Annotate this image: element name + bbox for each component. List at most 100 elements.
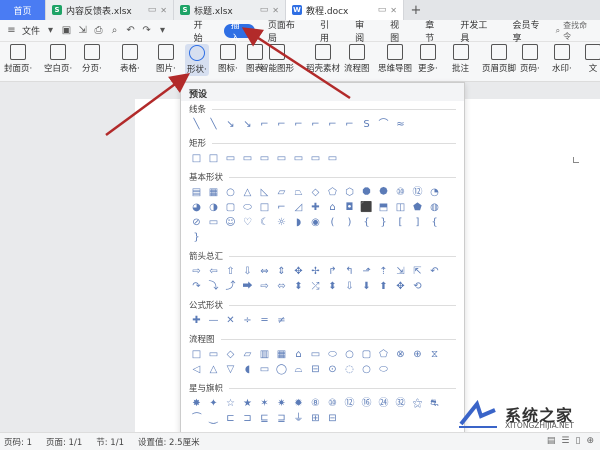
shape-option[interactable]: ⑯ xyxy=(360,398,373,410)
chevron-down-icon[interactable]: ▾ xyxy=(45,25,56,36)
shape-option[interactable]: □ xyxy=(190,153,203,165)
shape-option[interactable]: ⌐ xyxy=(309,119,322,131)
shape-option[interactable]: ▭ xyxy=(224,153,237,165)
shape-option[interactable]: ⇨ xyxy=(190,266,203,278)
shape-option[interactable]: ↶ xyxy=(428,266,441,278)
shape-option[interactable]: ▭ xyxy=(326,153,339,165)
shape-option[interactable]: ◕ xyxy=(190,202,203,214)
shape-option[interactable]: ⬭ xyxy=(326,349,339,361)
shape-option[interactable]: ⇡ xyxy=(377,266,390,278)
shape-option[interactable]: ⊑ xyxy=(258,413,271,425)
shape-option[interactable]: ✹ xyxy=(292,398,305,410)
ribbon-button-6[interactable]: 图标· xyxy=(218,44,238,74)
shape-option[interactable]: ⏝ xyxy=(207,413,220,425)
shape-option[interactable]: ⊗ xyxy=(394,349,407,361)
shape-option[interactable]: ⏢ xyxy=(292,187,305,199)
shape-option[interactable]: ★ xyxy=(241,398,254,410)
shape-option[interactable]: ⬆ xyxy=(377,281,390,293)
page-view-icon[interactable]: ▯ xyxy=(576,436,581,446)
save-icon[interactable]: ▣ xyxy=(61,25,72,36)
shape-option[interactable]: ⌂ xyxy=(292,349,305,361)
shape-option[interactable]: ◗ xyxy=(292,217,305,229)
shape-option[interactable]: ⇦ xyxy=(207,266,220,278)
shape-option[interactable]: ✶ xyxy=(258,398,271,410)
shape-option[interactable]: ✦ xyxy=(207,398,220,410)
shape-option[interactable]: ⌐ xyxy=(343,119,356,131)
search-command[interactable]: ⌕ 查找命令 xyxy=(556,20,594,42)
shape-option[interactable]: } xyxy=(190,232,203,244)
shape-option[interactable]: ○ xyxy=(343,349,356,361)
shape-option[interactable]: ⊘ xyxy=(190,217,203,229)
ribbon-button-15[interactable]: 页码· xyxy=(520,44,540,74)
redo-icon[interactable]: ↷ xyxy=(141,25,152,36)
shape-option[interactable]: ◇ xyxy=(309,187,322,199)
shape-option[interactable]: ⚝ xyxy=(411,398,424,410)
shape-option[interactable]: ↷ xyxy=(190,281,203,293)
shape-option[interactable]: ⊟ xyxy=(326,413,339,425)
tab-0[interactable]: 首页 xyxy=(0,0,46,20)
shape-option[interactable]: ▱ xyxy=(241,349,254,361)
ribbon-button-14[interactable]: 页眉页脚 xyxy=(482,44,516,74)
ribbon-button-3[interactable]: 表格· xyxy=(120,44,140,74)
shape-option[interactable]: ⤮ xyxy=(309,281,322,293)
shape-option[interactable]: ⌐ xyxy=(326,119,339,131)
shape-option[interactable]: ▭ xyxy=(207,349,220,361)
shape-option[interactable]: ⯃ xyxy=(360,187,373,199)
shape-option[interactable]: ⌓ xyxy=(292,364,305,376)
shape-option[interactable]: ✥ xyxy=(394,281,407,293)
shape-option[interactable]: { xyxy=(360,217,373,229)
shape-option[interactable]: ⑫ xyxy=(343,398,356,410)
shape-option[interactable]: ⌒ xyxy=(377,119,390,131)
shape-option[interactable]: ✚ xyxy=(309,202,322,214)
shape-option[interactable]: ⑧ xyxy=(309,398,322,410)
ribbon-button-2[interactable]: 分页· xyxy=(82,44,102,74)
shape-option[interactable]: ↱ xyxy=(326,266,339,278)
shape-option[interactable]: ☺ xyxy=(224,217,237,229)
shape-option[interactable]: ◌ xyxy=(343,364,356,376)
shape-option[interactable]: — xyxy=(207,315,220,327)
shape-option[interactable]: ♡ xyxy=(241,217,254,229)
shape-option[interactable]: ◉ xyxy=(309,217,322,229)
shape-option[interactable]: ▢ xyxy=(224,202,237,214)
menu-tab-5[interactable]: 视图 xyxy=(381,20,416,44)
outline-icon[interactable]: ☰ xyxy=(561,436,569,446)
menu-tab-7[interactable]: 开发工具 xyxy=(451,20,503,44)
shape-option[interactable]: ㉔ xyxy=(377,398,390,410)
ribbon-button-11[interactable]: 思维导图 xyxy=(378,44,412,74)
shape-option[interactable]: ⊞ xyxy=(309,413,322,425)
menu-tab-3[interactable]: 引用 xyxy=(311,20,346,44)
shape-option[interactable]: ⬏ xyxy=(360,266,373,278)
shape-option[interactable]: [ xyxy=(394,217,407,229)
close-icon[interactable]: ✕ xyxy=(272,6,279,15)
shape-option[interactable]: ⊏ xyxy=(224,413,237,425)
shape-option[interactable]: ⑩ xyxy=(326,398,339,410)
shape-option[interactable]: ◫ xyxy=(394,202,407,214)
shape-option[interactable]: ✢ xyxy=(309,266,322,278)
shape-option[interactable]: ⬟ xyxy=(411,202,424,214)
undo-icon[interactable]: ↶ xyxy=(125,25,136,36)
close-icon[interactable]: ✕ xyxy=(390,6,397,15)
shape-option[interactable]: ⬇ xyxy=(360,281,373,293)
shape-option[interactable]: ✷ xyxy=(275,398,288,410)
shape-option[interactable]: ▭ xyxy=(258,153,271,165)
shape-option[interactable]: ⟲ xyxy=(411,281,424,293)
shape-option[interactable]: ⬍ xyxy=(326,281,339,293)
tab-1[interactable]: S 内容反馈表.xlsx ▭ ✕ xyxy=(46,0,174,20)
shape-option[interactable]: ⌂ xyxy=(326,202,339,214)
shape-option[interactable]: ÷ xyxy=(241,315,254,327)
shape-option[interactable]: ⏜ xyxy=(190,413,203,425)
ribbon-button-12[interactable]: 更多· xyxy=(418,44,438,74)
ribbon-button-8[interactable]: 智能图形 xyxy=(260,44,294,74)
shape-option[interactable]: ⑫ xyxy=(411,187,424,199)
shape-option[interactable]: S xyxy=(360,119,373,131)
shape-option[interactable]: ⬠ xyxy=(326,187,339,199)
shape-option[interactable]: } xyxy=(377,217,390,229)
menu-tab-6[interactable]: 章节 xyxy=(416,20,451,44)
shape-option[interactable]: □ xyxy=(207,153,220,165)
shape-option[interactable]: ▥ xyxy=(258,349,271,361)
shape-option[interactable]: ◇ xyxy=(224,349,237,361)
shape-option[interactable]: ⇕ xyxy=(275,266,288,278)
shape-option[interactable]: ⬡ xyxy=(343,187,356,199)
shape-option[interactable]: ◘ xyxy=(343,202,356,214)
shape-option[interactable]: ⤴ xyxy=(224,281,237,293)
